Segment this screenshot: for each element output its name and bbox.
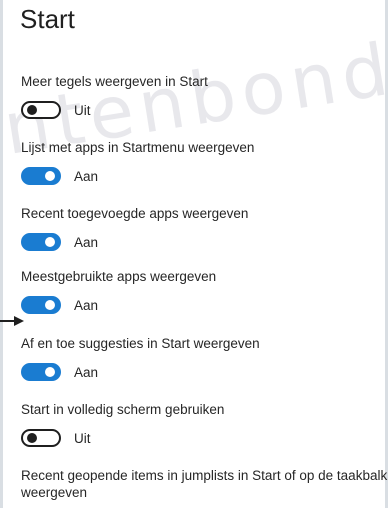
page-title: Start <box>20 4 75 34</box>
setting-recent-apps: Recent toegevoegde apps weergeven Aan <box>21 205 388 252</box>
setting-app-list: Lijst met apps in Startmenu weergeven Aa… <box>21 139 388 186</box>
setting-more-tiles: Meer tegels weergeven in Start Uit <box>21 73 388 120</box>
toggle-knob <box>27 433 37 443</box>
setting-label: Start in volledig scherm gebruiken <box>21 402 225 417</box>
setting-suggestions: Af en toe suggesties in Start weergeven … <box>21 335 388 382</box>
setting-label: Lijst met apps in Startmenu weergeven <box>21 140 255 155</box>
more-tiles-toggle[interactable] <box>21 101 61 119</box>
toggle-state-label: Aan <box>74 364 99 380</box>
setting-full-screen: Start in volledig scherm gebruiken Uit <box>21 401 388 448</box>
setting-label: Af en toe suggesties in Start weergeven <box>21 336 260 351</box>
suggestions-toggle[interactable] <box>21 363 61 381</box>
toggle-state-label: Aan <box>74 297 99 313</box>
toggle-state-label: Aan <box>74 234 99 250</box>
setting-label: Meestgebruikte apps weergeven <box>21 269 217 284</box>
recent-apps-toggle[interactable] <box>21 233 61 251</box>
toggle-state-label: Aan <box>74 168 99 184</box>
toggle-state-label: Uit <box>74 102 91 118</box>
toggle-knob <box>45 367 55 377</box>
toggle-knob <box>45 171 55 181</box>
setting-jumplists: Recent geopende items in jumplists in St… <box>21 467 388 501</box>
toggle-knob <box>45 300 55 310</box>
most-used-apps-toggle[interactable] <box>21 296 61 314</box>
full-screen-toggle[interactable] <box>21 429 61 447</box>
toggle-knob <box>27 105 37 115</box>
toggle-knob <box>45 237 55 247</box>
setting-label: Recent toegevoegde apps weergeven <box>21 206 249 221</box>
toggle-state-label: Uit <box>74 430 91 446</box>
setting-label: Recent geopende items in jumplists in St… <box>21 468 388 500</box>
app-list-toggle[interactable] <box>21 167 61 185</box>
arrow-right-icon <box>0 316 24 326</box>
left-window-edge <box>0 0 3 508</box>
setting-label: Meer tegels weergeven in Start <box>21 74 208 89</box>
setting-most-used-apps: Meestgebruikte apps weergeven Aan <box>21 268 388 315</box>
